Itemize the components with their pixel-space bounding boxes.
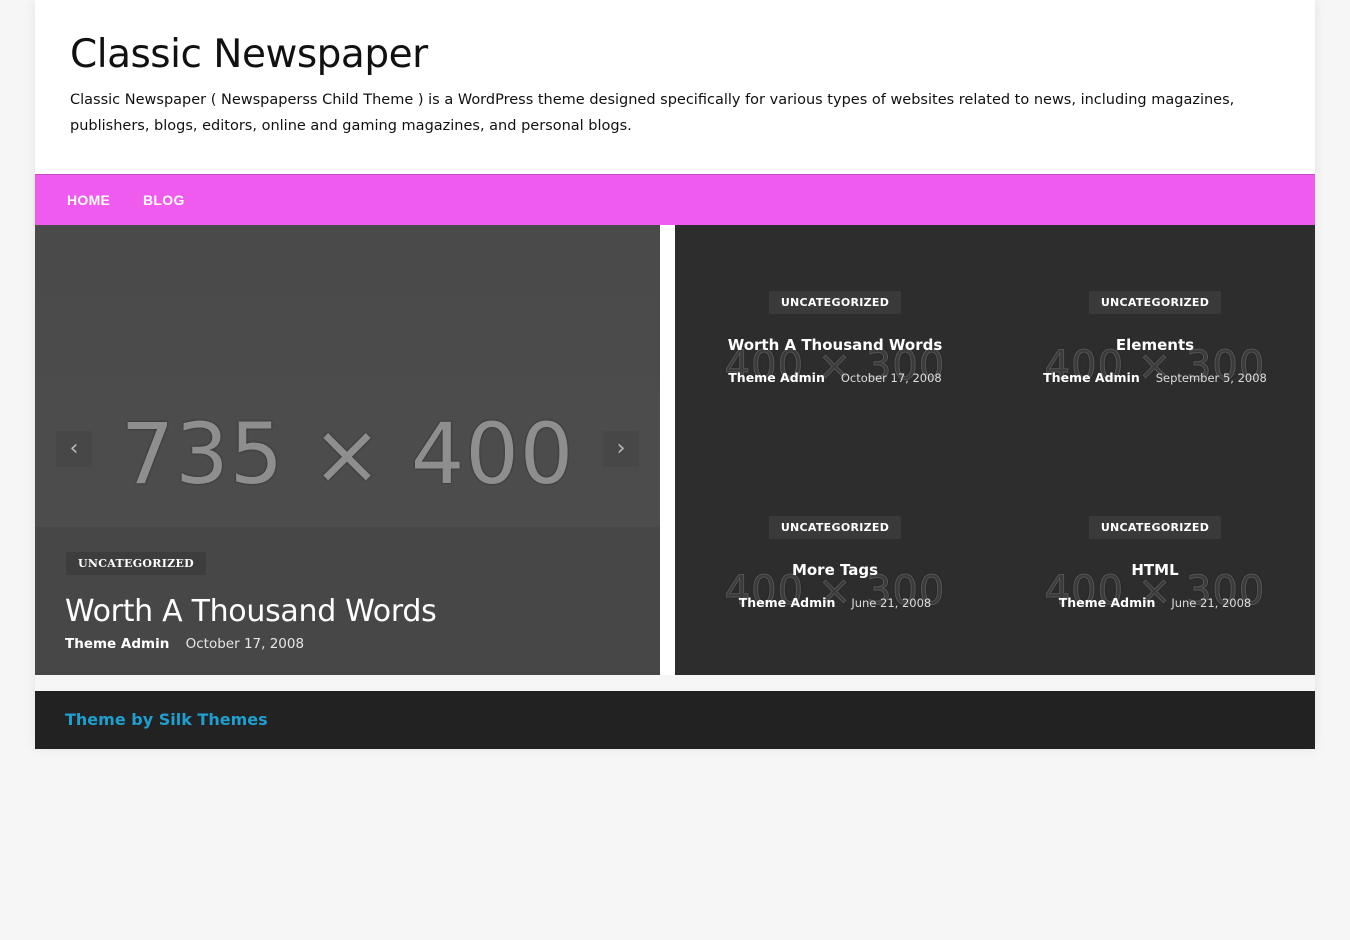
post-date[interactable]: June 21, 2008 [1171,596,1251,610]
category-badge[interactable]: UNCATEGORIZED [1088,291,1222,314]
category-badge[interactable]: UNCATEGORIZED [1088,516,1222,539]
post-date[interactable]: September 5, 2008 [1156,371,1267,385]
nav-item-blog[interactable]: BLOG [143,192,185,208]
grid-post-meta: Theme Admin June 21, 2008 [995,595,1315,610]
post-date[interactable]: October 17, 2008 [841,371,942,385]
grid-post-title[interactable]: More Tags [675,561,995,579]
post-date[interactable]: June 21, 2008 [851,596,931,610]
slider-post-title[interactable]: Worth A Thousand Words [65,594,437,629]
featured-slider[interactable]: 735 × 400 ‹ › UNCATEGORIZED Worth A Thou… [35,225,660,675]
slider-post-meta: Theme Admin October 17, 2008 [65,636,304,652]
chevron-right-icon: › [616,436,626,461]
slider-category-badge[interactable]: UNCATEGORIZED [66,552,207,575]
grid-post[interactable]: 400 × 300 UNCATEGORIZED Worth A Thousand… [675,225,995,450]
post-author[interactable]: Theme Admin [739,595,836,610]
footer-credit-link[interactable]: Theme by Silk Themes [65,710,268,729]
category-badge[interactable]: UNCATEGORIZED [768,291,902,314]
post-author[interactable]: Theme Admin [1043,370,1140,385]
site-description: Classic Newspaper ( Newspaperss Child Th… [70,92,1235,134]
slider-prev-button[interactable]: ‹ [56,431,92,467]
main-navigation: HOME BLOG [35,174,1315,225]
grid-post[interactable]: 400 × 300 UNCATEGORIZED Elements Theme A… [995,225,1315,450]
grid-post-meta: Theme Admin June 21, 2008 [675,595,995,610]
page: Classic Newspaper Classic Newspaper ( Ne… [35,0,1315,749]
site-header: Classic Newspaper Classic Newspaper ( Ne… [35,0,1315,174]
grid-post-meta: Theme Admin September 5, 2008 [995,370,1315,385]
nav-item-home[interactable]: HOME [67,192,110,208]
featured-grid: 400 × 300 UNCATEGORIZED Worth A Thousand… [675,225,1315,675]
grid-post-title[interactable]: Worth A Thousand Words [675,336,995,354]
grid-post[interactable]: 400 × 300 UNCATEGORIZED More Tags Theme … [675,450,995,675]
post-author[interactable]: Theme Admin [1059,595,1156,610]
site-footer: Theme by Silk Themes [35,691,1315,749]
post-date[interactable]: October 17, 2008 [186,636,304,652]
category-badge[interactable]: UNCATEGORIZED [768,516,902,539]
featured-area: 735 × 400 ‹ › UNCATEGORIZED Worth A Thou… [35,225,1315,675]
post-author[interactable]: Theme Admin [728,370,825,385]
grid-post-meta: Theme Admin October 17, 2008 [675,370,995,385]
site-title[interactable]: Classic Newspaper [70,32,428,77]
slider-image-placeholder-text: 735 × 400 [120,405,575,503]
grid-post-title[interactable]: Elements [995,336,1315,354]
chevron-left-icon: ‹ [69,436,79,461]
slider-next-button[interactable]: › [603,431,639,467]
grid-post-title[interactable]: HTML [995,561,1315,579]
post-author[interactable]: Theme Admin [65,636,169,652]
grid-post[interactable]: 400 × 300 UNCATEGORIZED HTML Theme Admin… [995,450,1315,675]
